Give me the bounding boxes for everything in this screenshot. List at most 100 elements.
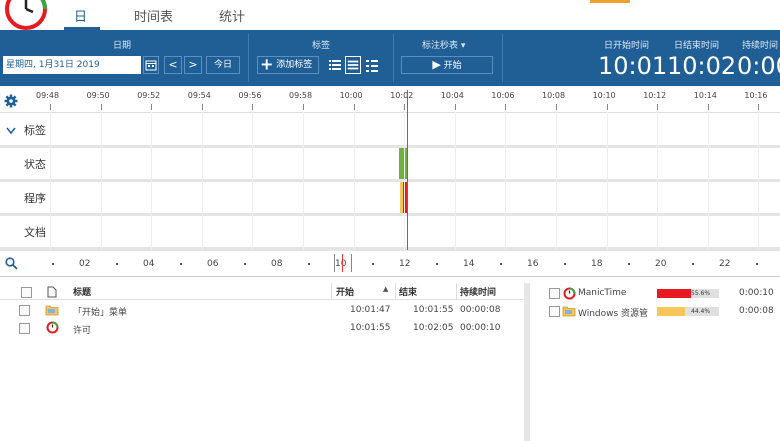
hour-tick (564, 263, 566, 265)
current-time-marker (342, 254, 343, 272)
row-checkbox[interactable] (549, 306, 560, 317)
stopwatch-header[interactable]: 标注秒表 ▾ (422, 38, 465, 51)
list-view-icon[interactable] (327, 56, 343, 74)
col-divider (395, 283, 396, 299)
table-row[interactable]: 许可 10:01:55 10:02:05 00:00:10 (0, 320, 523, 338)
folder-icon (562, 306, 576, 317)
ruler-time-label: 10:14 (693, 91, 717, 100)
folder-icon (45, 305, 59, 316)
ruler-time-label: 10:00 (339, 91, 363, 100)
ruler-time-label: 09:58 (289, 91, 313, 100)
grid-line (151, 112, 153, 250)
hour-label: 08 (271, 259, 283, 269)
percent-label: 44.4% (691, 308, 711, 315)
duration-header: 持续时间 (742, 41, 779, 51)
toolbar: 日期 星期四, 1月31日 2019 < > 今日 标签 + 添加标签 标注秒表… (0, 30, 780, 86)
tab-statistics[interactable]: 统计 (219, 6, 245, 25)
row-checkbox[interactable] (19, 305, 30, 316)
hour-label: 04 (143, 259, 155, 269)
hour-tick (372, 263, 374, 265)
hour-label: 18 (591, 259, 603, 269)
calendar-button[interactable] (143, 56, 159, 74)
row-checkbox[interactable] (19, 323, 30, 334)
document-icon (47, 286, 57, 298)
play-icon: ▶ (432, 58, 441, 71)
percent-fill (657, 307, 685, 316)
status-row[interactable]: 状态 (0, 148, 780, 183)
col-title-header[interactable]: 标题 (73, 285, 91, 298)
hour-tick (756, 263, 758, 265)
table-row[interactable]: 「开始」菜单 10:01:47 10:01:55 00:00:08 (0, 302, 523, 320)
gear-icon[interactable] (4, 94, 18, 108)
row-title: 「开始」菜单 (73, 308, 128, 318)
day-overview-strip[interactable]: 02 04 06 08 10 12 14 16 18 20 22 (0, 252, 780, 277)
grid-line (303, 112, 304, 250)
grid-line (707, 112, 709, 250)
toolbar-divider (393, 34, 394, 82)
date-header: 日期 (113, 41, 132, 51)
percent-bar: 55.6% (657, 289, 719, 298)
toolbar-divider (248, 34, 249, 82)
col-start-header[interactable]: 开始 (336, 285, 354, 298)
date-field[interactable]: 星期四, 1月31日 2019 (3, 56, 141, 74)
ruler-tick (404, 104, 406, 110)
ruler-time-label: 10:10 (592, 91, 616, 100)
percent-bar: 44.4% (657, 307, 719, 316)
summary-row[interactable]: ManicTime 55.6% 0:00:10 (531, 285, 780, 303)
col-end-header[interactable]: 结束 (399, 285, 417, 298)
add-tag-button[interactable]: + 添加标签 (257, 56, 319, 74)
col-duration-header[interactable]: 持续时间 (460, 285, 496, 298)
previous-day-button[interactable]: < (164, 56, 182, 74)
tab-day[interactable]: 日 (74, 6, 87, 25)
header-divider (0, 299, 523, 300)
plus-icon: + (260, 54, 274, 74)
summary-row[interactable]: Windows 资源管 44.4% 0:00:08 (531, 303, 780, 321)
visible-window-selector[interactable] (334, 254, 352, 272)
status-active-block[interactable] (399, 148, 407, 179)
ruler-time-label: 10:12 (643, 91, 667, 100)
grid-line (404, 112, 406, 250)
tags-row[interactable]: 标签 (0, 114, 780, 149)
select-all-checkbox[interactable] (21, 287, 32, 298)
day-start-time: 10:01 (598, 52, 668, 80)
add-tag-label: 添加标签 (276, 60, 313, 70)
hour-label: 22 (719, 259, 731, 269)
day-end-time: 10:02 (667, 52, 737, 80)
row-start: 10:01:55 (350, 323, 391, 333)
tab-timesheet[interactable]: 时间表 (134, 6, 173, 25)
program-name: ManicTime (578, 288, 627, 298)
ruler-time-label: 09:54 (187, 91, 211, 100)
documents-row[interactable]: 文档 (0, 216, 780, 251)
hour-tick (116, 263, 118, 265)
chevron-down-icon[interactable] (6, 127, 16, 135)
ruler-tick (252, 104, 254, 110)
program-time: 0:00:10 (739, 288, 774, 298)
compact-list-icon[interactable] (364, 56, 380, 74)
ruler-tick (353, 104, 355, 110)
today-button[interactable]: 今日 (206, 56, 240, 74)
detail-list-icon[interactable] (345, 56, 361, 74)
ruler-time-label: 09:56 (238, 91, 262, 100)
timeline-ruler[interactable]: 09:48 09:50 09:52 09:54 09:56 09:58 10:00 10:02… (0, 86, 780, 113)
panel-splitter[interactable] (524, 283, 530, 441)
hour-tick (692, 263, 694, 265)
row-end: 10:02:05 (413, 323, 454, 333)
grid-line (50, 112, 51, 250)
hour-label: 06 (207, 259, 219, 269)
row-checkbox[interactable] (549, 288, 560, 299)
program-summary: ManicTime 55.6% 0:00:10 Windows 资源管 44.4… (531, 283, 780, 441)
sort-asc-icon: ▲ (383, 285, 389, 293)
ruler-tick (505, 104, 507, 110)
grid-line (556, 112, 557, 250)
notification-chip[interactable] (590, 0, 630, 3)
search-icon[interactable] (5, 257, 18, 270)
ruler-time-label: 10:06 (491, 91, 515, 100)
programs-row[interactable]: 程序 (0, 182, 780, 217)
duration-time: 0:00 (737, 52, 780, 80)
next-day-button[interactable]: > (184, 56, 202, 74)
ruler-tick (657, 104, 659, 110)
start-stopwatch-button[interactable]: ▶ 开始 (401, 56, 493, 74)
hour-tick (180, 263, 182, 265)
tags-row-label: 标签 (24, 124, 46, 137)
status-row-label: 状态 (24, 158, 46, 171)
